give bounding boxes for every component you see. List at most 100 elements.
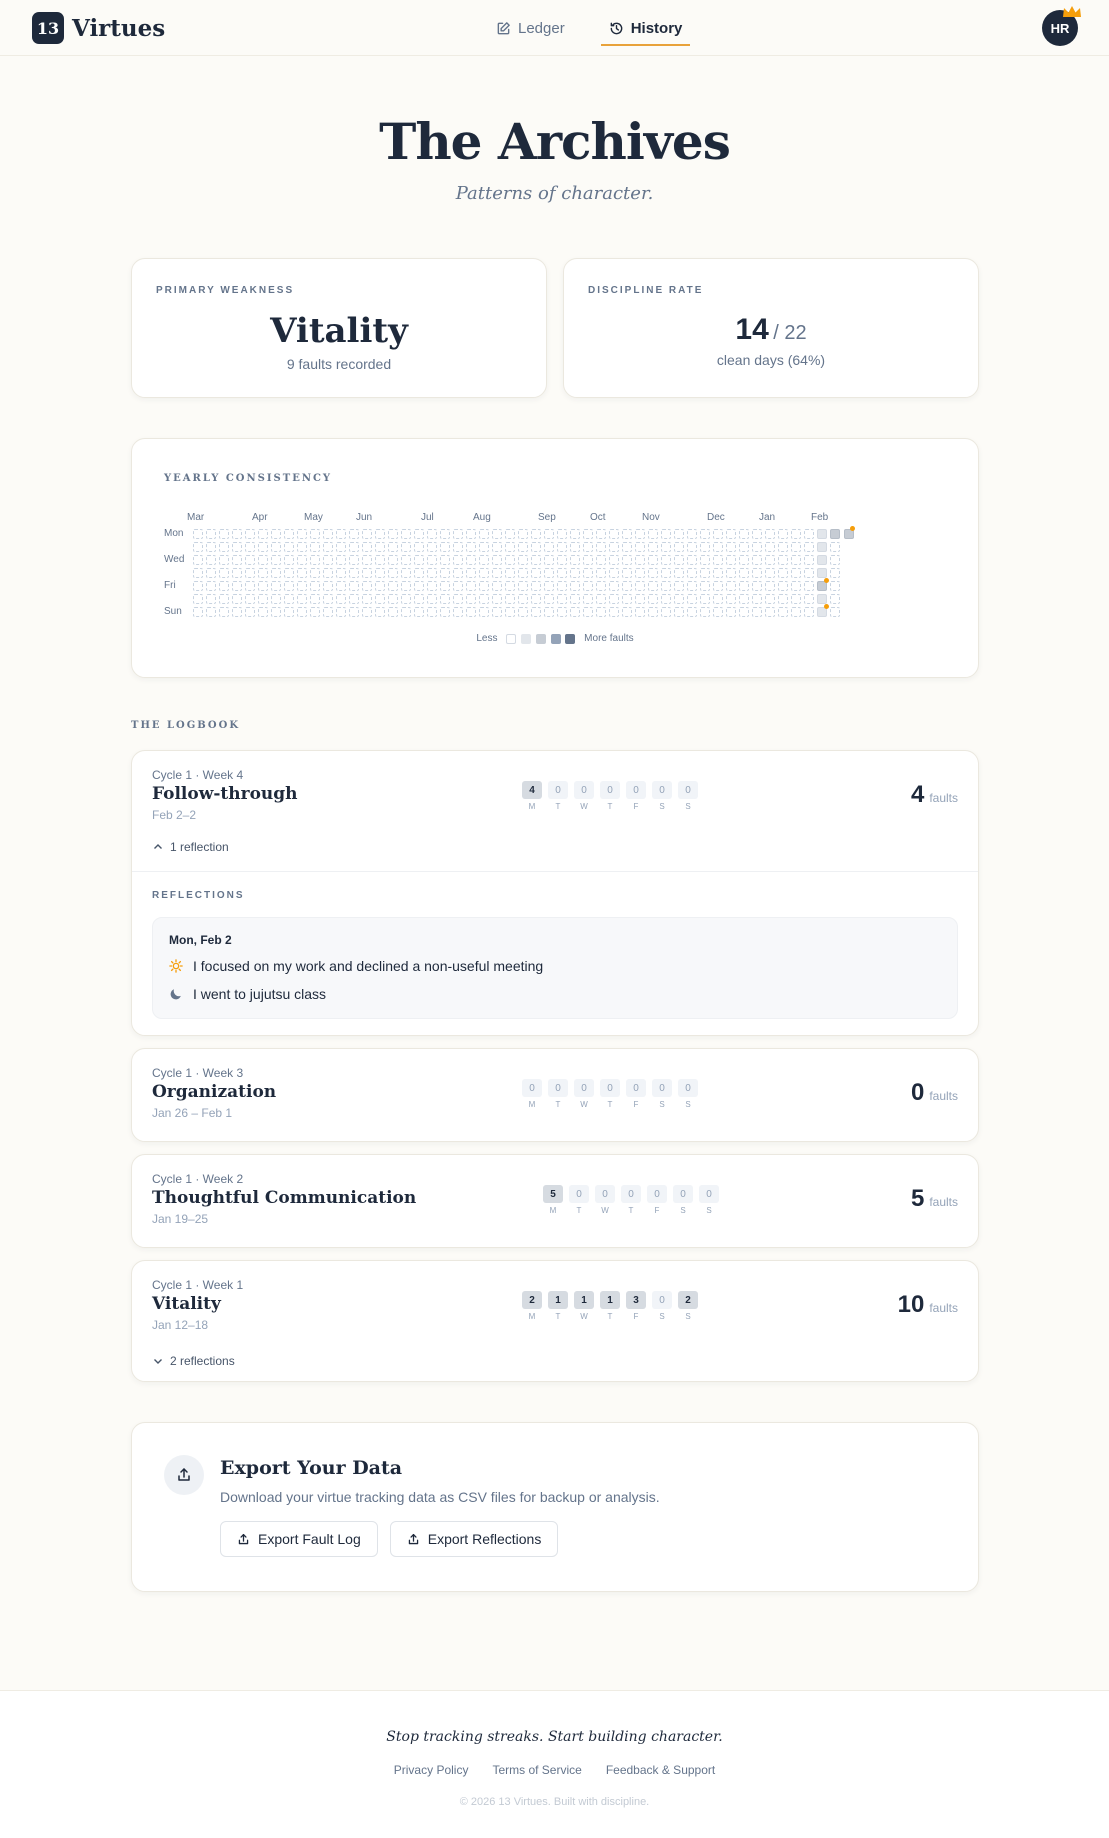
heatmap-cell[interactable] xyxy=(557,542,567,552)
heatmap-cell[interactable] xyxy=(453,555,463,565)
heatmap-cell[interactable] xyxy=(388,529,398,539)
heatmap-cell[interactable] xyxy=(609,568,619,578)
heatmap-cell[interactable] xyxy=(700,568,710,578)
heatmap-cell[interactable] xyxy=(414,607,424,617)
heatmap-cell[interactable] xyxy=(349,581,359,591)
week-1-reflection-toggle[interactable]: 2 reflections xyxy=(152,1354,235,1368)
heatmap-cell[interactable] xyxy=(713,581,723,591)
week-4-reflection-toggle[interactable]: 1 reflection xyxy=(152,840,229,854)
heatmap-cell[interactable] xyxy=(830,581,840,591)
heatmap-cell[interactable] xyxy=(323,529,333,539)
heatmap-cell[interactable] xyxy=(440,529,450,539)
heatmap-cell[interactable] xyxy=(505,594,515,604)
heatmap-cell[interactable] xyxy=(232,568,242,578)
heatmap-cell[interactable] xyxy=(752,607,762,617)
heatmap-cell[interactable] xyxy=(492,542,502,552)
heatmap-cell[interactable] xyxy=(440,542,450,552)
heatmap-cell[interactable] xyxy=(544,555,554,565)
heatmap-cell[interactable] xyxy=(765,581,775,591)
heatmap-cell[interactable] xyxy=(531,594,541,604)
heatmap-cell[interactable] xyxy=(596,581,606,591)
heatmap-cell[interactable] xyxy=(791,542,801,552)
heatmap-cell[interactable] xyxy=(440,568,450,578)
heatmap-cell[interactable] xyxy=(206,555,216,565)
heatmap-cell[interactable] xyxy=(739,555,749,565)
heatmap-cell[interactable] xyxy=(544,594,554,604)
heatmap-cell[interactable] xyxy=(804,594,814,604)
heatmap-cell[interactable] xyxy=(479,568,489,578)
heatmap-cell[interactable] xyxy=(349,555,359,565)
heatmap-cell[interactable] xyxy=(622,581,632,591)
heatmap-cell[interactable] xyxy=(206,594,216,604)
heatmap-cell[interactable] xyxy=(245,555,255,565)
heatmap-cell[interactable] xyxy=(310,529,320,539)
heatmap-cell[interactable] xyxy=(830,568,840,578)
heatmap-cell[interactable] xyxy=(726,581,736,591)
heatmap-cell[interactable] xyxy=(674,607,684,617)
heatmap-cell[interactable] xyxy=(206,581,216,591)
heatmap-cell[interactable] xyxy=(778,594,788,604)
heatmap-cell[interactable] xyxy=(609,581,619,591)
heatmap-cell[interactable] xyxy=(388,568,398,578)
heatmap-cell[interactable] xyxy=(375,581,385,591)
heatmap-cell[interactable] xyxy=(518,542,528,552)
heatmap-cell[interactable] xyxy=(622,542,632,552)
heatmap-cell[interactable] xyxy=(817,594,827,604)
heatmap-cell[interactable] xyxy=(466,542,476,552)
heatmap-cell[interactable] xyxy=(401,607,411,617)
heatmap-cell[interactable] xyxy=(739,607,749,617)
heatmap-cell[interactable] xyxy=(232,581,242,591)
heatmap-cell[interactable] xyxy=(414,529,424,539)
export-fault-log-button[interactable]: Export Fault Log xyxy=(220,1521,378,1557)
heatmap-cell[interactable] xyxy=(817,555,827,565)
heatmap-cell[interactable] xyxy=(518,581,528,591)
heatmap-cell[interactable] xyxy=(726,568,736,578)
heatmap-cell[interactable] xyxy=(245,542,255,552)
heatmap-cell[interactable] xyxy=(635,568,645,578)
heatmap-cell[interactable] xyxy=(206,607,216,617)
heatmap-cell[interactable] xyxy=(661,529,671,539)
heatmap-cell[interactable] xyxy=(245,568,255,578)
heatmap-cell[interactable] xyxy=(830,529,840,539)
terms-of-service-link[interactable]: Terms of Service xyxy=(492,1763,581,1777)
heatmap-cell[interactable] xyxy=(388,542,398,552)
heatmap-cell[interactable] xyxy=(310,568,320,578)
heatmap-cell[interactable] xyxy=(479,607,489,617)
heatmap-cell[interactable] xyxy=(817,529,827,539)
heatmap-cell[interactable] xyxy=(648,542,658,552)
heatmap-cell[interactable] xyxy=(375,607,385,617)
heatmap-cell[interactable] xyxy=(713,594,723,604)
heatmap-cell[interactable] xyxy=(648,568,658,578)
feedback-support-link[interactable]: Feedback & Support xyxy=(606,1763,715,1777)
heatmap-cell[interactable] xyxy=(466,529,476,539)
heatmap-cell[interactable] xyxy=(271,581,281,591)
heatmap-cell[interactable] xyxy=(791,568,801,578)
heatmap-cell[interactable] xyxy=(284,555,294,565)
heatmap-cell[interactable] xyxy=(297,542,307,552)
heatmap-cell[interactable] xyxy=(284,581,294,591)
heatmap-cell[interactable] xyxy=(713,568,723,578)
heatmap-cell[interactable] xyxy=(804,607,814,617)
heatmap-cell[interactable] xyxy=(492,607,502,617)
heatmap-cell[interactable] xyxy=(609,529,619,539)
heatmap-cell[interactable] xyxy=(713,542,723,552)
heatmap-cell[interactable] xyxy=(427,568,437,578)
heatmap-cell[interactable] xyxy=(258,607,268,617)
heatmap-cell[interactable] xyxy=(557,529,567,539)
heatmap-cell[interactable] xyxy=(440,581,450,591)
heatmap-cell[interactable] xyxy=(258,529,268,539)
heatmap-cell[interactable] xyxy=(284,607,294,617)
heatmap-cell[interactable] xyxy=(310,555,320,565)
heatmap-cell[interactable] xyxy=(414,581,424,591)
heatmap-cell[interactable] xyxy=(700,529,710,539)
heatmap-cell[interactable] xyxy=(349,568,359,578)
heatmap-cell[interactable] xyxy=(427,542,437,552)
heatmap-cell[interactable] xyxy=(219,555,229,565)
heatmap-cell[interactable] xyxy=(297,555,307,565)
heatmap-cell[interactable] xyxy=(635,529,645,539)
heatmap-cell[interactable] xyxy=(778,581,788,591)
heatmap-cell[interactable] xyxy=(778,607,788,617)
heatmap-cell[interactable] xyxy=(518,594,528,604)
heatmap-cell[interactable] xyxy=(674,555,684,565)
heatmap-cell[interactable] xyxy=(622,568,632,578)
